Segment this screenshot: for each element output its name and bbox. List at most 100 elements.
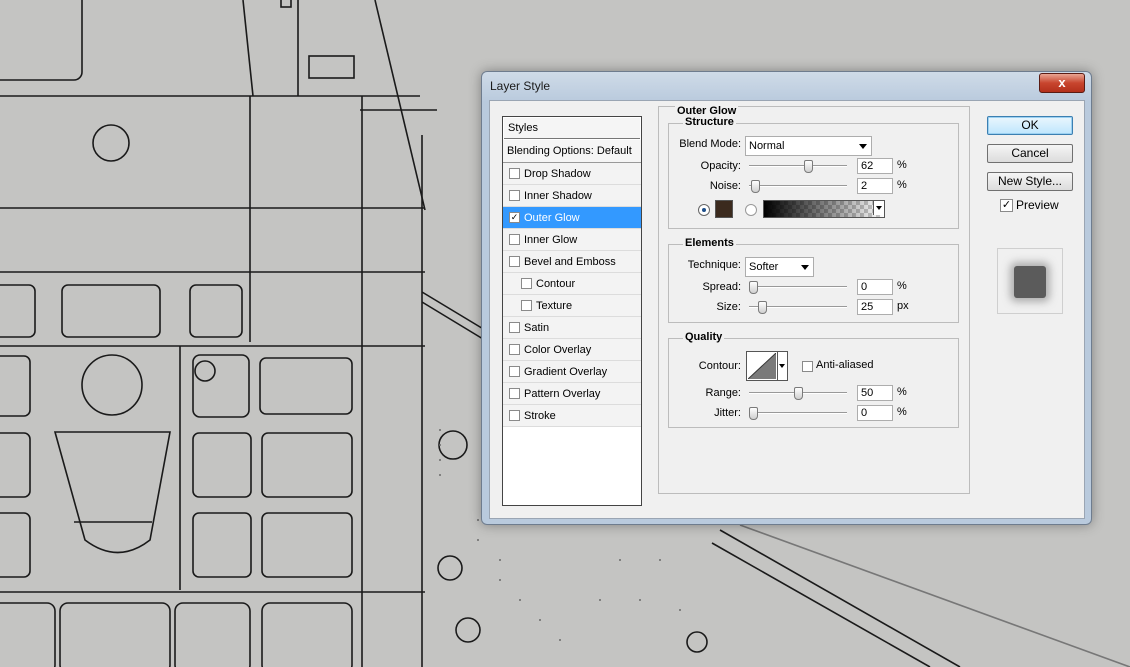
noise-slider[interactable]	[749, 180, 847, 193]
contour-curve-icon	[748, 353, 776, 379]
dialog-client: Styles Blending Options: Default Drop Sh…	[489, 100, 1085, 519]
range-label: Range:	[705, 387, 741, 399]
style-item-label: Outer Glow	[524, 211, 580, 224]
blend-mode-value: Normal	[749, 140, 785, 152]
noise-slider-thumb[interactable]	[750, 180, 760, 193]
jitter-slider[interactable]	[749, 407, 847, 420]
size-input[interactable]: 25	[857, 299, 893, 315]
size-unit: px	[897, 300, 909, 312]
spread-slider[interactable]	[749, 281, 847, 294]
contour-dropdown[interactable]	[777, 352, 787, 380]
style-item-stroke[interactable]: Stroke	[503, 405, 641, 427]
contour-label: Contour:	[698, 360, 741, 372]
style-item-outer-glow[interactable]: ✓ Outer Glow	[503, 207, 641, 229]
style-checkbox[interactable]	[509, 344, 520, 355]
jitter-input[interactable]: 0	[857, 405, 893, 421]
styles-list: Styles Blending Options: Default Drop Sh…	[502, 116, 642, 506]
range-slider[interactable]	[749, 387, 847, 400]
cancel-button[interactable]: Cancel	[987, 144, 1073, 163]
style-checkbox[interactable]	[509, 366, 520, 377]
style-item-label: Inner Glow	[524, 233, 578, 246]
new-style-button[interactable]: New Style...	[987, 172, 1073, 191]
style-checkbox[interactable]	[509, 190, 520, 201]
glow-color-swatch[interactable]	[715, 200, 733, 218]
style-checkbox[interactable]	[509, 322, 520, 333]
preview-label: Preview	[1016, 198, 1059, 212]
anti-aliased-label: Anti-aliased	[816, 359, 874, 371]
style-item-inner-shadow[interactable]: Inner Shadow	[503, 185, 641, 207]
spread-slider-thumb[interactable]	[749, 281, 758, 294]
opacity-slider-thumb[interactable]	[804, 160, 814, 173]
radio-dot-icon	[702, 208, 706, 212]
style-item-label: Inner Shadow	[524, 189, 592, 202]
jitter-slider-thumb[interactable]	[749, 407, 758, 420]
spread-unit: %	[897, 280, 907, 292]
gradient-dropdown[interactable]	[873, 201, 884, 215]
outer-glow-panel: Outer Glow Structure Blend Mode: Normal …	[658, 105, 970, 494]
style-item-pattern-overlay[interactable]: Pattern Overlay	[503, 383, 641, 405]
style-item-label: Gradient Overlay	[524, 365, 608, 378]
structure-group: Structure Blend Mode: Normal Opacity: 62…	[668, 116, 959, 229]
style-item-label: Satin	[524, 321, 550, 334]
preview-swatch	[1014, 266, 1046, 298]
style-checkbox[interactable]	[521, 300, 532, 311]
dialog-title: Layer Style	[490, 79, 551, 93]
style-item-inner-glow[interactable]: Inner Glow	[503, 229, 641, 251]
gradient-swatch[interactable]	[763, 200, 885, 218]
styles-header[interactable]: Styles	[504, 118, 640, 139]
opacity-unit: %	[897, 159, 907, 171]
chevron-down-icon	[876, 206, 882, 210]
opacity-slider[interactable]	[749, 160, 847, 173]
blending-options-item[interactable]: Blending Options: Default	[503, 140, 641, 163]
blend-mode-select[interactable]: Normal	[745, 136, 872, 156]
size-slider[interactable]	[749, 301, 847, 314]
solid-color-radio[interactable]	[698, 204, 710, 216]
technique-select[interactable]: Softer	[745, 257, 814, 277]
style-item-label: Contour	[536, 277, 576, 290]
structure-title: Structure	[683, 116, 736, 128]
style-item-color-overlay[interactable]: Color Overlay	[503, 339, 641, 361]
style-item-label: Stroke	[524, 409, 556, 422]
contour-picker[interactable]	[746, 351, 788, 381]
style-item-texture[interactable]: Texture	[503, 295, 641, 317]
style-checkbox[interactable]	[509, 234, 520, 245]
opacity-input[interactable]: 62	[857, 158, 893, 174]
close-button[interactable]: x	[1039, 73, 1085, 93]
style-checkbox[interactable]	[521, 278, 532, 289]
range-slider-thumb[interactable]	[793, 387, 803, 400]
style-checkbox[interactable]	[509, 410, 520, 421]
noise-input[interactable]: 2	[857, 178, 893, 194]
style-item-bevel-and-emboss[interactable]: Bevel and Emboss	[503, 251, 641, 273]
style-checkbox[interactable]	[509, 168, 520, 179]
style-checkbox[interactable]	[509, 256, 520, 267]
style-item-gradient-overlay[interactable]: Gradient Overlay	[503, 361, 641, 383]
title-bar[interactable]: Layer Style x	[482, 72, 1091, 100]
chevron-down-icon	[801, 265, 809, 270]
style-item-label: Drop Shadow	[524, 167, 591, 180]
style-checkbox[interactable]	[509, 388, 520, 399]
preview-thumbnail	[997, 248, 1063, 314]
opacity-label: Opacity:	[700, 160, 741, 172]
size-label: Size:	[716, 301, 741, 313]
jitter-label: Jitter:	[714, 407, 741, 419]
technique-label: Technique:	[687, 259, 741, 271]
chevron-down-icon	[779, 364, 785, 368]
size-slider-thumb[interactable]	[757, 301, 767, 314]
style-item-label: Color Overlay	[524, 343, 592, 356]
ok-button[interactable]: OK	[987, 116, 1073, 135]
noise-label: Noise:	[709, 180, 741, 192]
style-item-drop-shadow[interactable]: Drop Shadow	[503, 163, 641, 185]
preview-checkbox[interactable]: ✓	[1000, 199, 1013, 212]
style-checkbox[interactable]: ✓	[509, 212, 520, 223]
chevron-down-icon	[859, 144, 867, 149]
quality-title: Quality	[683, 331, 725, 343]
anti-aliased-checkbox[interactable]	[802, 361, 813, 372]
gradient-radio[interactable]	[745, 204, 757, 216]
style-item-satin[interactable]: Satin	[503, 317, 641, 339]
noise-unit: %	[897, 179, 907, 191]
range-unit: %	[897, 386, 907, 398]
style-item-contour[interactable]: Contour	[503, 273, 641, 295]
spread-input[interactable]: 0	[857, 279, 893, 295]
style-item-label: Pattern Overlay	[524, 387, 601, 400]
range-input[interactable]: 50	[857, 385, 893, 401]
